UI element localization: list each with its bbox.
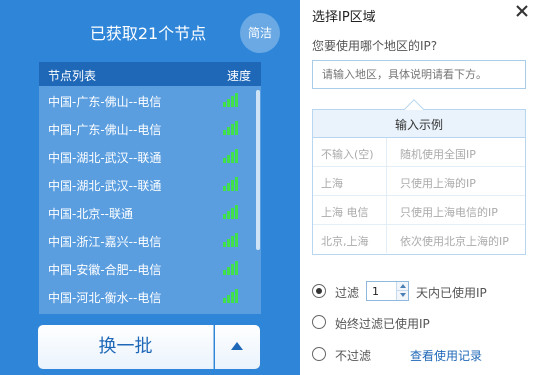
example-input: 上海 电信 bbox=[321, 206, 369, 219]
list-item[interactable]: 中国-河北-衡水--电信 bbox=[39, 282, 261, 310]
node-name: 中国-北京--联通 bbox=[48, 207, 133, 221]
region-input[interactable] bbox=[312, 60, 526, 89]
radio-no-filter[interactable] bbox=[312, 347, 326, 361]
column-divider bbox=[386, 138, 387, 166]
radio-always-filter[interactable] bbox=[312, 315, 326, 329]
example-row: 不输入(空) 随机使用全国IP bbox=[313, 138, 525, 167]
node-name: 中国-广东-佛山--电信 bbox=[48, 95, 162, 109]
panel-title: 选择IP区域 bbox=[312, 10, 376, 25]
signal-strength-icon bbox=[223, 261, 238, 275]
signal-strength-icon bbox=[223, 205, 238, 219]
list-item[interactable]: 中国-广东-佛山--电信 bbox=[39, 114, 261, 142]
days-stepper[interactable]: 1 bbox=[366, 281, 409, 301]
option-always-filter-label: 始终过滤已使用IP bbox=[335, 317, 430, 331]
signal-strength-icon bbox=[223, 149, 238, 163]
expand-more-button[interactable] bbox=[215, 325, 260, 369]
node-list: 节点列表 速度 中国-广东-佛山--电信 中国-广东-佛山--电信 中国-湖北-武汉… bbox=[39, 62, 261, 314]
example-meaning: 只使用上海电信的IP bbox=[400, 206, 498, 219]
days-suffix-label: 天内已使用IP bbox=[416, 286, 487, 300]
example-meaning: 依次使用北京上海的IP bbox=[400, 235, 509, 248]
radio-filter[interactable] bbox=[312, 284, 326, 298]
column-node-list: 节点列表 bbox=[48, 69, 97, 83]
signal-strength-icon bbox=[223, 289, 238, 303]
example-input: 北京,上海 bbox=[321, 235, 369, 248]
node-name: 中国-安徽-合肥--电信 bbox=[48, 263, 162, 277]
stepper-down-button[interactable] bbox=[396, 291, 408, 300]
node-name: 中国-湖北-武汉--联通 bbox=[48, 179, 162, 193]
node-name: 中国-湖北-武汉--联通 bbox=[48, 151, 162, 165]
list-item[interactable]: 中国-安徽-合肥--电信 bbox=[39, 254, 261, 282]
example-meaning: 只使用上海的IP bbox=[400, 177, 476, 190]
examples-header: 输入示例 bbox=[313, 110, 525, 138]
simple-mode-button[interactable]: 简洁 bbox=[240, 13, 280, 53]
node-list-scrollbar[interactable] bbox=[256, 90, 260, 250]
signal-strength-icon bbox=[223, 93, 238, 107]
region-question: 您要使用哪个地区的IP? bbox=[312, 39, 438, 53]
ip-region-panel: 选择IP区域 您要使用哪个地区的IP? 输入示例 不输入(空) 随机使用全国IP 上… bbox=[300, 0, 538, 375]
node-name: 中国-浙江-嘉兴--电信 bbox=[48, 235, 162, 249]
chevron-up-icon bbox=[400, 284, 406, 288]
example-meaning: 随机使用全国IP bbox=[400, 148, 476, 161]
list-item[interactable]: 中国-湖北-武汉--联通 bbox=[39, 170, 261, 198]
triangle-up-icon bbox=[231, 342, 243, 350]
column-divider bbox=[386, 196, 387, 224]
node-panel: 已获取21个节点 简洁 节点列表 速度 中国-广东-佛山--电信 中国-广东-佛山… bbox=[0, 0, 300, 375]
signal-strength-icon bbox=[223, 121, 238, 135]
example-input: 不输入(空) bbox=[321, 148, 374, 161]
list-item[interactable]: 中国-北京--联通 bbox=[39, 198, 261, 226]
list-item[interactable]: 中国-浙江-嘉兴--电信 bbox=[39, 226, 261, 254]
node-name: 中国-河北-衡水--电信 bbox=[48, 291, 162, 305]
column-speed: 速度 bbox=[226, 69, 251, 83]
option-filter-label: 过滤 bbox=[335, 286, 360, 300]
example-input: 上海 bbox=[321, 177, 343, 190]
stepper-up-button[interactable] bbox=[396, 282, 408, 291]
input-examples-table: 输入示例 不输入(空) 随机使用全国IP 上海 只使用上海的IP 上海 电信 只使用上海电… bbox=[312, 99, 526, 255]
example-row: 北京,上海 依次使用北京上海的IP bbox=[313, 225, 525, 254]
refresh-batch-button[interactable]: 换一批 bbox=[38, 325, 214, 369]
option-no-filter-label: 不过滤 bbox=[335, 349, 372, 363]
signal-strength-icon bbox=[223, 233, 238, 247]
chevron-down-icon bbox=[400, 293, 406, 297]
column-divider bbox=[386, 167, 387, 195]
example-row: 上海 电信 只使用上海电信的IP bbox=[313, 196, 525, 225]
column-divider bbox=[386, 225, 387, 253]
node-list-header: 节点列表 速度 bbox=[39, 62, 261, 86]
close-icon[interactable] bbox=[514, 3, 530, 19]
list-item[interactable]: 中国-湖北-武汉--联通 bbox=[39, 142, 261, 170]
node-name: 中国-广东-佛山--电信 bbox=[48, 123, 162, 137]
example-row: 上海 只使用上海的IP bbox=[313, 167, 525, 196]
signal-strength-icon bbox=[223, 177, 238, 191]
list-item[interactable]: 中国-广东-佛山--电信 bbox=[39, 86, 261, 114]
days-value[interactable]: 1 bbox=[372, 285, 379, 298]
view-history-link[interactable]: 查看使用记录 bbox=[410, 347, 482, 364]
